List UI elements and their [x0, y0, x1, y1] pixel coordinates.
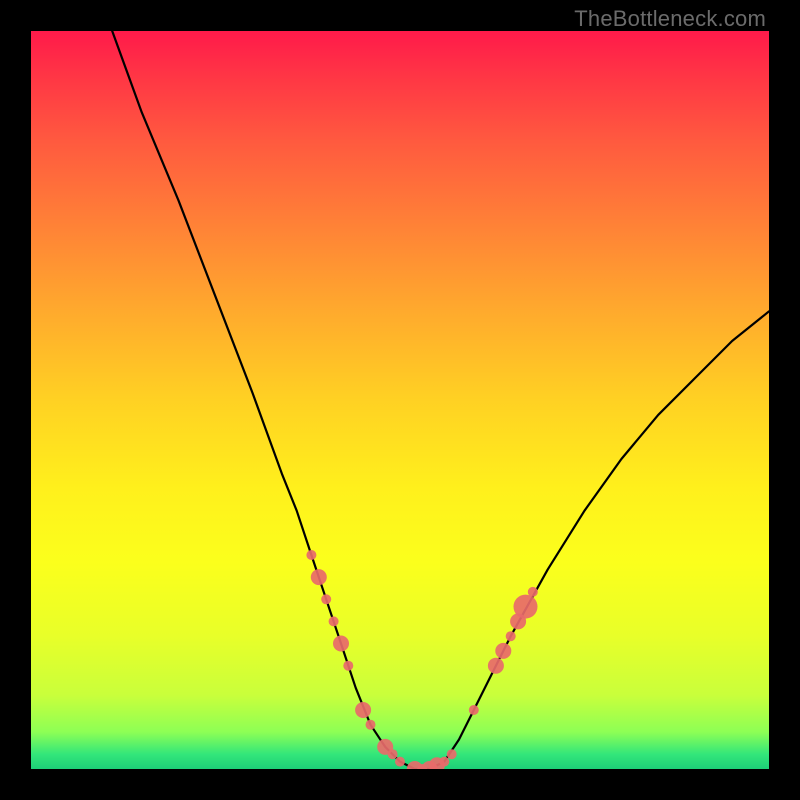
data-marker [447, 749, 457, 759]
data-marker [355, 702, 371, 718]
data-marker [528, 587, 538, 597]
data-marker [333, 636, 349, 652]
data-marker [439, 757, 449, 767]
data-marker [495, 643, 511, 659]
plot-area [31, 31, 769, 769]
data-marker [514, 595, 538, 619]
chart-frame: TheBottleneck.com [0, 0, 800, 800]
data-marker [469, 705, 479, 715]
bottleneck-curve [112, 31, 769, 769]
marker-group [306, 550, 537, 769]
data-marker [506, 631, 516, 641]
data-marker [488, 658, 504, 674]
chart-svg [31, 31, 769, 769]
data-marker [388, 749, 398, 759]
data-marker [366, 720, 376, 730]
data-marker [311, 569, 327, 585]
data-marker [321, 594, 331, 604]
data-marker [329, 616, 339, 626]
data-marker [343, 661, 353, 671]
data-marker [306, 550, 316, 560]
watermark-text: TheBottleneck.com [574, 6, 766, 32]
data-marker [395, 757, 405, 767]
